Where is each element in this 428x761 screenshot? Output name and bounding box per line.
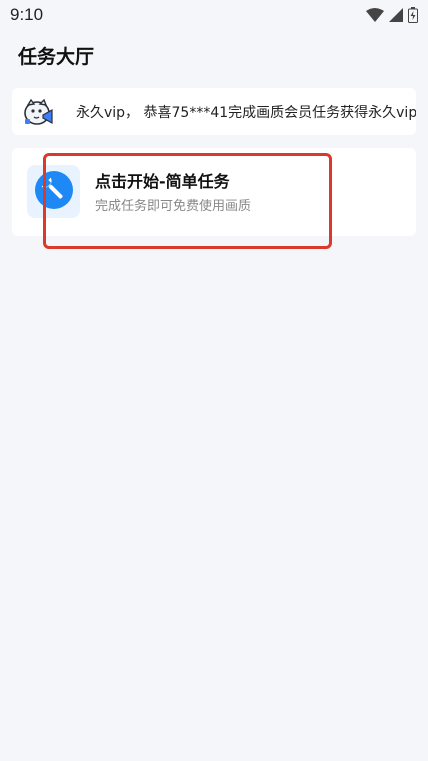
status-bar: 9:10	[0, 0, 428, 30]
signal-icon	[389, 8, 403, 22]
highlight-annotation-box	[43, 153, 332, 249]
notice-marquee-text: 永久vip， 恭喜75***41完成画质会员任务获得永久vip， 恭	[76, 104, 416, 121]
wifi-icon	[366, 8, 384, 22]
notice-banner: 永久vip， 恭喜75***41完成画质会员任务获得永久vip， 恭	[12, 88, 416, 135]
battery-icon	[408, 7, 418, 23]
status-time: 9:10	[10, 5, 44, 24]
megaphone-mascot-icon	[22, 95, 56, 129]
status-icons	[366, 7, 418, 23]
page-title: 任务大厅	[18, 46, 95, 68]
